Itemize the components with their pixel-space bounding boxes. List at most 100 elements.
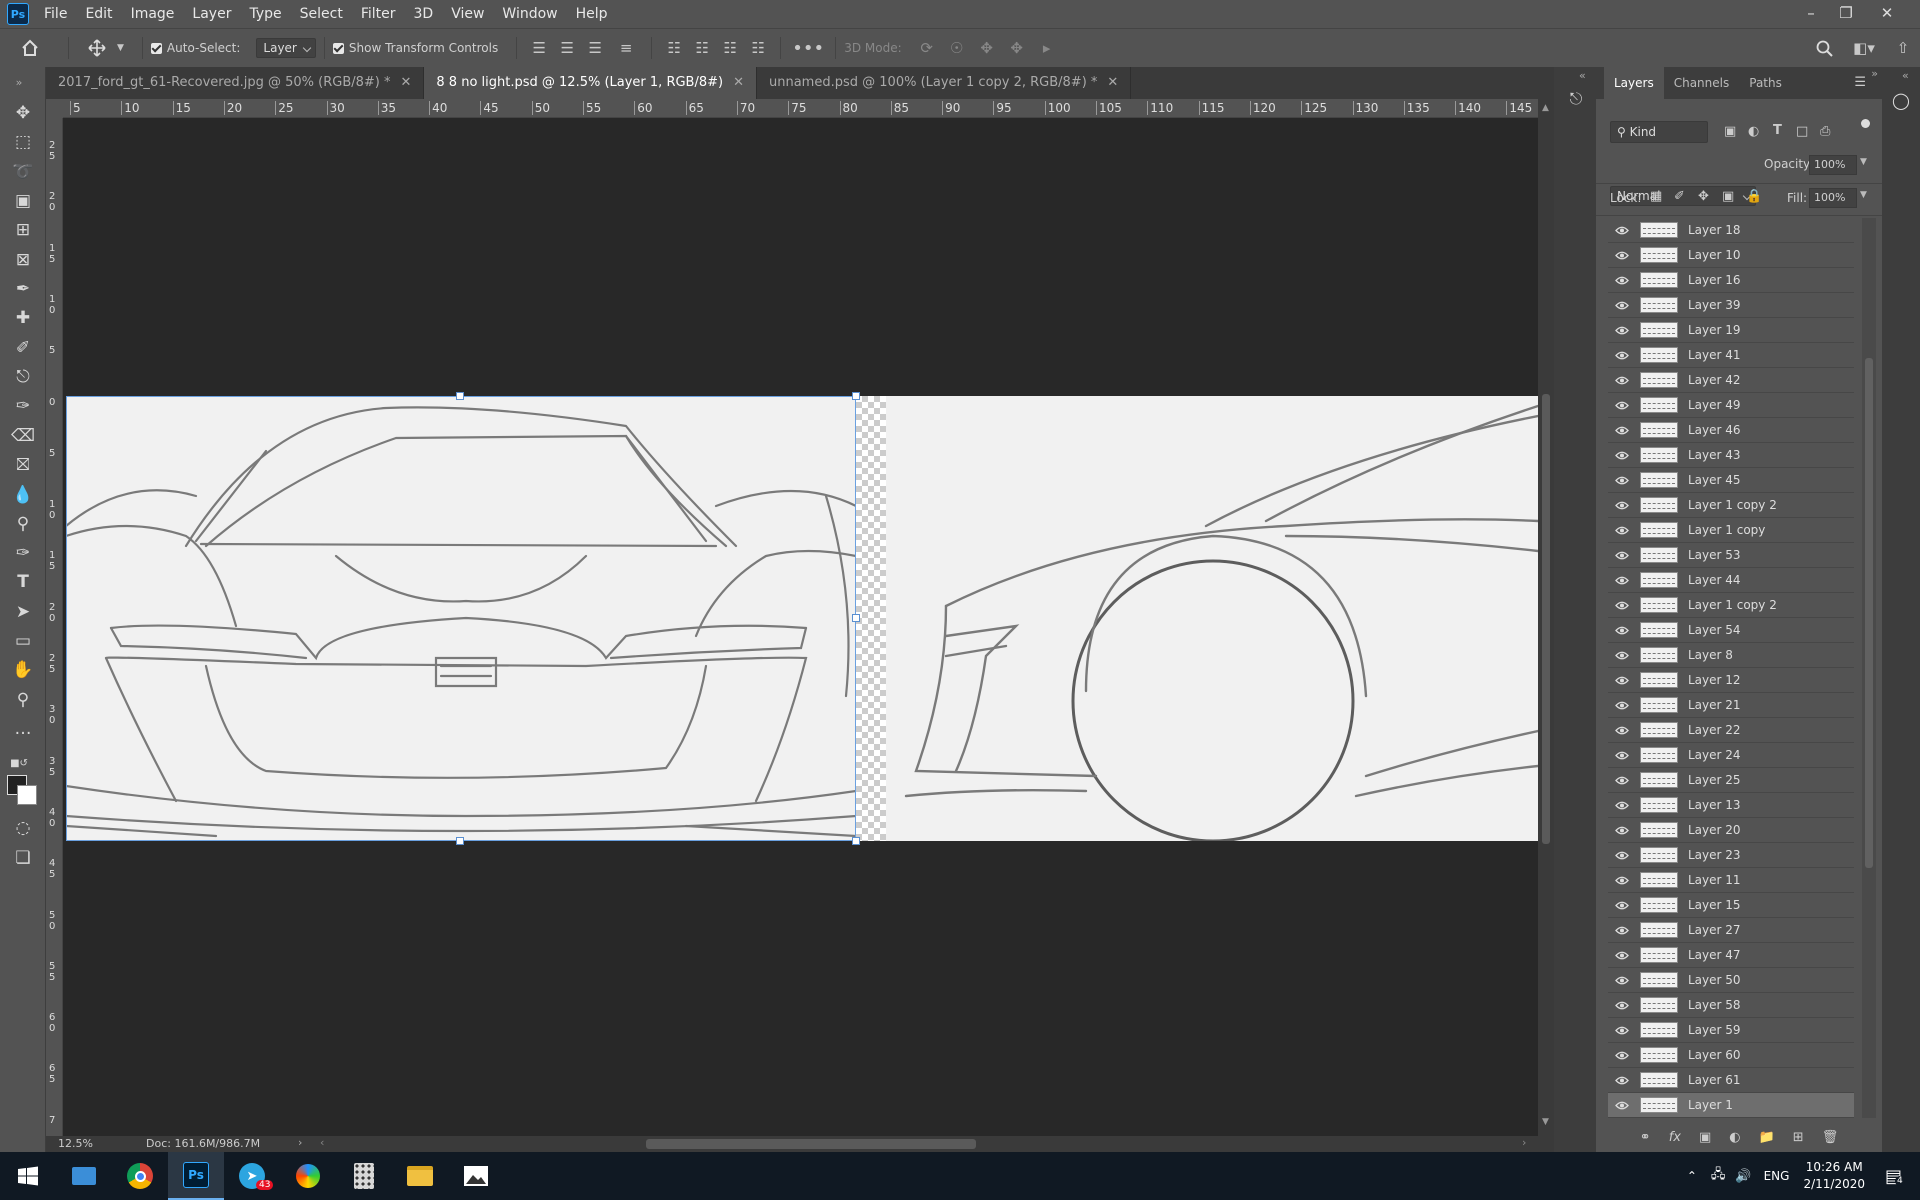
panel-menu-icon[interactable]: ☰ [1854,75,1866,90]
auto-select-checkbox[interactable] [150,42,162,54]
collapse-panel-icon[interactable]: « [1579,69,1586,82]
opacity-chevron-icon[interactable]: ▼ [1860,157,1867,167]
layer-row[interactable]: Layer 59 [1608,1018,1854,1043]
align-center-icon[interactable]: ☰ [553,39,581,57]
side-view-sketch[interactable] [886,396,1538,841]
visibility-eye-icon[interactable] [1614,226,1630,235]
tab-channels[interactable]: Channels [1664,67,1740,99]
menu-layer[interactable]: Layer [183,0,240,28]
network-app-icon[interactable] [280,1152,336,1200]
layer-row[interactable]: Layer 25 [1608,768,1854,793]
visibility-eye-icon[interactable] [1614,551,1630,560]
chrome-icon[interactable] [112,1152,168,1200]
move-tool-icon[interactable]: ✥ [8,100,38,126]
vertical-scroll-thumb[interactable] [1542,394,1550,844]
tab-paths[interactable]: Paths [1739,67,1792,99]
horizontal-scroll-thumb[interactable] [646,1139,976,1149]
visibility-eye-icon[interactable] [1614,801,1630,810]
collapse-toolbar-icon[interactable]: » [4,69,34,95]
menu-edit[interactable]: Edit [76,0,121,28]
menu-image[interactable]: Image [122,0,184,28]
visibility-eye-icon[interactable] [1614,276,1630,285]
telegram-icon[interactable]: ➤ 43 [224,1152,280,1200]
visibility-eye-icon[interactable] [1614,1101,1630,1110]
layer-row[interactable]: Layer 1 [1608,1093,1854,1118]
transform-handle[interactable] [456,837,464,845]
visibility-eye-icon[interactable] [1614,376,1630,385]
scroll-up-icon[interactable]: ▲ [1542,103,1549,113]
align-bottom-icon[interactable]: ☷ [716,39,744,57]
layer-row[interactable]: Layer 15 [1608,893,1854,918]
align-middle-icon[interactable]: ☷ [688,39,716,57]
layer-row[interactable]: Layer 47 [1608,943,1854,968]
layer-row[interactable]: Layer 16 [1608,268,1854,293]
history-panel-icon[interactable]: ⎋ [1564,87,1588,111]
visibility-eye-icon[interactable] [1614,1051,1630,1060]
close-tab-icon[interactable]: ✕ [1107,75,1118,90]
layer-row[interactable]: Layer 39 [1608,293,1854,318]
transform-bounding-box[interactable] [66,396,856,841]
lock-position-icon[interactable]: ✥ [1698,189,1709,204]
layer-row[interactable]: Layer 44 [1608,568,1854,593]
scroll-left-icon[interactable]: ‹ [320,1136,324,1149]
background-color-swatch[interactable] [17,785,37,805]
swap-colors-icon[interactable]: ■↺ [4,750,34,776]
brush-tool-icon[interactable]: ✐ [8,335,38,361]
visibility-eye-icon[interactable] [1614,876,1630,885]
lock-all-icon[interactable]: 🔒 [1746,189,1762,204]
visibility-eye-icon[interactable] [1614,751,1630,760]
layer-row[interactable]: Layer 46 [1608,418,1854,443]
visibility-eye-icon[interactable] [1614,676,1630,685]
show-transform-checkbox[interactable] [332,42,344,54]
history-brush-tool-icon[interactable]: ✑ [8,393,38,419]
add-mask-icon[interactable]: ▣ [1699,1130,1711,1145]
fill-input[interactable]: 100% [1809,188,1857,208]
align-left-icon[interactable]: ☰ [525,39,553,57]
share-icon[interactable]: ⇧ [1886,39,1920,57]
layer-row[interactable]: Layer 24 [1608,743,1854,768]
transform-handle[interactable] [852,837,860,845]
lock-artboard-icon[interactable]: ▣ [1722,189,1734,204]
transform-handle[interactable] [456,392,464,400]
layer-row[interactable]: Layer 43 [1608,443,1854,468]
layer-row[interactable]: Layer 1 copy 2 [1608,593,1854,618]
network-icon[interactable]: 🖧 [1711,1165,1726,1187]
path-selection-tool-icon[interactable]: ➤ [8,599,38,625]
visibility-eye-icon[interactable] [1614,851,1630,860]
layer-row[interactable]: Layer 27 [1608,918,1854,943]
transform-handle[interactable] [852,614,860,622]
visibility-eye-icon[interactable] [1614,576,1630,585]
search-icon[interactable] [1806,40,1842,57]
chevron-down-icon[interactable]: ▼ [117,43,124,53]
filter-type-icon[interactable]: T [1773,123,1782,138]
visibility-eye-icon[interactable] [1614,326,1630,335]
more-options-icon[interactable]: ••• [789,38,827,59]
opacity-input[interactable]: 100% [1809,155,1857,175]
lock-transparent-icon[interactable]: ▦ [1650,189,1662,204]
collapse-panels-icon[interactable]: » [1871,67,1878,80]
marquee-tool-icon[interactable]: ⬚ [8,129,38,155]
close-icon[interactable]: ✕ [1872,0,1902,28]
status-menu-icon[interactable]: › [298,1136,302,1149]
visibility-eye-icon[interactable] [1614,1026,1630,1035]
horizontal-ruler[interactable]: 5 10 15 20 25 30 35 40 45 50 55 60 65 70 75 80 85 90 95 100… [63,99,1538,118]
visibility-eye-icon[interactable] [1614,401,1630,410]
layer-row[interactable]: Layer 60 [1608,1043,1854,1068]
filter-toggle-icon[interactable] [1861,119,1870,128]
screen-mode-icon[interactable]: ❏ [8,845,38,871]
layer-row[interactable]: Layer 45 [1608,468,1854,493]
edit-toolbar-icon[interactable]: … [8,716,38,742]
new-group-icon[interactable]: 📁 [1759,1130,1775,1145]
layers-scrollbar[interactable] [1862,218,1876,1118]
visibility-eye-icon[interactable] [1614,526,1630,535]
layer-row[interactable]: Layer 18 [1608,218,1854,243]
start-icon[interactable] [0,1152,56,1200]
menu-type[interactable]: Type [240,0,290,28]
visibility-eye-icon[interactable] [1614,901,1630,910]
layer-row[interactable]: Layer 23 [1608,843,1854,868]
visibility-eye-icon[interactable] [1614,926,1630,935]
visibility-eye-icon[interactable] [1614,451,1630,460]
3d-pan-icon[interactable]: ✥ [972,39,1002,57]
ruler-origin[interactable] [46,99,63,118]
3d-roll-icon[interactable]: ☉ [942,39,972,57]
